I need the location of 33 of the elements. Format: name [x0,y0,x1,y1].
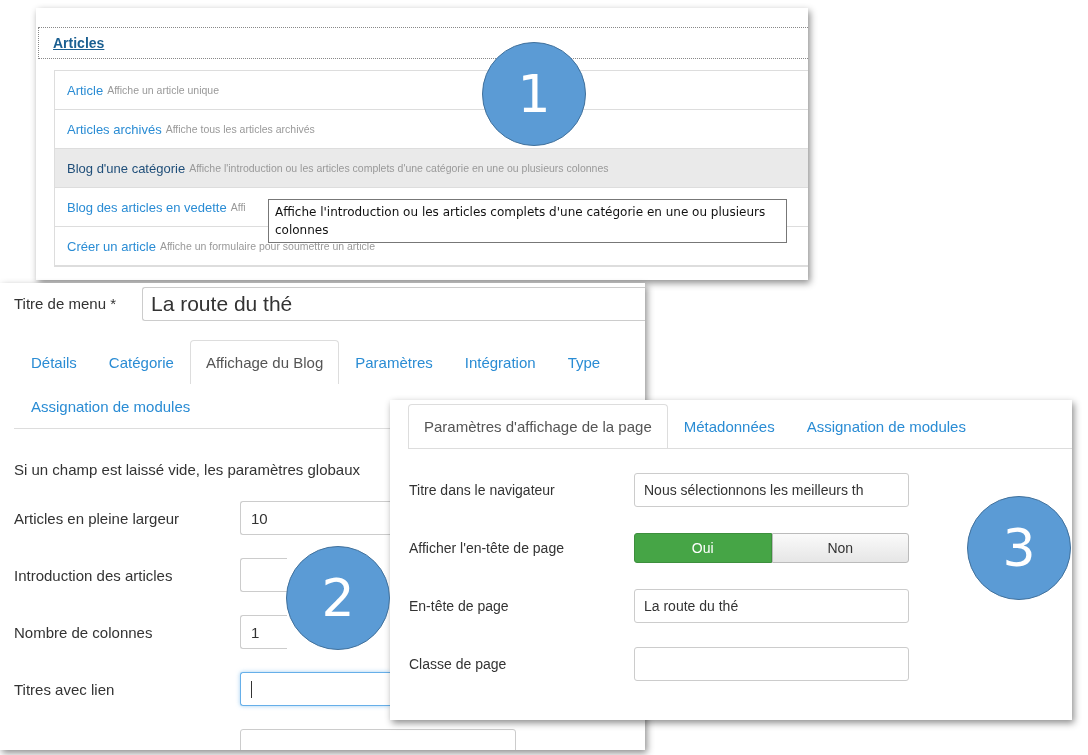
input-field[interactable] [240,558,287,592]
menu-type-item[interactable]: Blog d'une catégorie Affiche l'introduction ou les articles complets d'une catégorie en une ou plusieurs colonnes [55,149,808,188]
field-label: Titre dans le navigateur [409,482,556,498]
toggle-option[interactable]: Non [771,533,909,563]
tab[interactable]: Détails [15,340,93,384]
tooltip: Affiche l'introduction ou les articles complets d'une catégorie en une ou plusieurs colonnes [268,199,787,243]
tab[interactable]: Catégorie [92,340,190,384]
toggle-option[interactable]: Oui [634,533,772,563]
tab[interactable]: Paramètres d'affichage de la page [408,404,668,448]
input-field[interactable]: La route du thé [142,287,645,321]
notice-text: Si un champ est laissé vide, les paramètres globaux [14,461,361,478]
tab[interactable]: Assignation de modules [15,384,207,428]
field-label: Titre de menu * [14,294,117,312]
input-field[interactable]: La route du thé [634,589,909,623]
tab[interactable]: Type [551,340,617,384]
tab[interactable]: Métadonnées [667,404,791,448]
input-field[interactable]: 1 [240,615,287,649]
field-label: Classe de page [409,656,508,672]
input-field[interactable]: 10 [240,501,390,535]
input-field[interactable] [240,672,390,706]
field-label: Afficher l'en-tête de page [409,540,565,556]
field-label: Nombre de colonnes [14,623,154,641]
articles-link[interactable]: Articles [53,35,105,51]
field-label: En-tête de page [409,598,510,614]
input-field[interactable]: Nous sélectionnons les meilleurs th [634,473,909,507]
tab[interactable]: Paramètres [339,340,449,384]
tab[interactable]: Affichage du Blog [189,340,340,384]
tab[interactable]: Intégration [448,340,552,384]
tab[interactable]: Assignation de modules [790,404,982,448]
input-field[interactable] [634,647,909,681]
field-label: Introduction des articles [14,566,174,584]
field-label: Titres avec lien [14,680,116,698]
field-label: Articles en pleine largeur [14,509,181,527]
